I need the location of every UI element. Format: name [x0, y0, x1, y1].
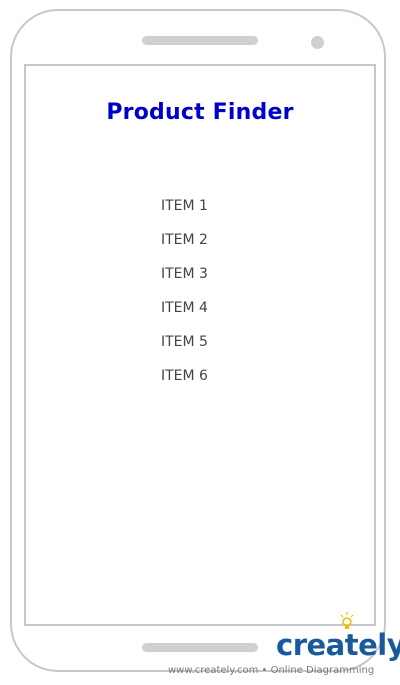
list-item-3[interactable]: ITEM 3 — [161, 262, 208, 296]
page: Product Finder ITEM 1 ITEM 2 ITEM 3 ITEM… — [0, 0, 400, 685]
phone-camera — [311, 36, 324, 49]
list-item-1[interactable]: ITEM 1 — [161, 194, 208, 228]
list-item-6[interactable]: ITEM 6 — [161, 364, 208, 398]
phone-screen: Product Finder ITEM 1 ITEM 2 ITEM 3 ITEM… — [24, 64, 376, 626]
list-item-4[interactable]: ITEM 4 — [161, 296, 208, 330]
item-list: ITEM 1 ITEM 2 ITEM 3 ITEM 4 ITEM 5 ITEM … — [161, 194, 208, 398]
phone-home-bar — [142, 643, 258, 652]
list-item-5[interactable]: ITEM 5 — [161, 330, 208, 364]
phone-speaker — [142, 36, 258, 45]
creately-logo: creately — [276, 628, 400, 662]
watermark-tagline: www.creately.com • Online Diagramming — [168, 665, 375, 676]
list-item-2[interactable]: ITEM 2 — [161, 228, 208, 262]
page-title: Product Finder — [106, 100, 294, 125]
